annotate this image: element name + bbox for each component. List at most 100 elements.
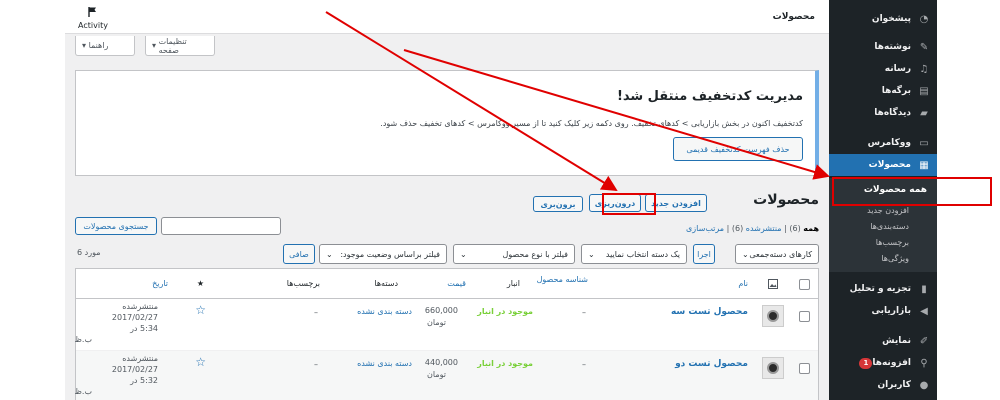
category-link[interactable]: دسته بندی نشده (357, 359, 412, 368)
table-header: نام شناسه محصول انبار قیمت دسته‌ها برچسب… (76, 269, 818, 299)
col-price[interactable]: قیمت (447, 279, 466, 288)
sidebar-item-appearance[interactable]: ✐ نمایش (829, 330, 937, 352)
product-sku: – (582, 360, 586, 369)
user-icon: ● (919, 379, 929, 391)
sidebar-item-label: کاربران (877, 380, 911, 390)
activity-button[interactable]: Activity (73, 6, 113, 30)
submenu-tags[interactable]: برچسب‌ها (829, 234, 937, 250)
view-published[interactable]: منتشرشده (746, 224, 782, 233)
product-name-link[interactable]: محصول تست دو (675, 359, 748, 369)
remove-legacy-coupon-button[interactable]: حذف فهرست کدتخفیف قدیمی (673, 137, 803, 161)
view-published-count: (6) (731, 224, 744, 233)
row-checkbox[interactable] (799, 311, 810, 322)
sidebar-item-media[interactable]: ♫ رسانه (829, 58, 937, 80)
activity-label: Activity (78, 21, 108, 30)
sidebar-item-posts[interactable]: ✎ نوشته‌ها (829, 36, 937, 58)
coupon-notice: مدیریت کدتخفیف منتقل شد! کدتخفیف اکنون د… (75, 70, 819, 176)
col-sku[interactable]: شناسه محصول (537, 275, 588, 284)
table-row[interactable]: محصول تست دو – موجود در انبار 440,000 تو… (74, 351, 818, 400)
search-products-button[interactable]: جستجوی محصولات (75, 217, 157, 235)
product-thumbnail[interactable] (762, 305, 784, 327)
archive-icon: ▦ (919, 159, 929, 171)
plugin-icon: ⚲ (920, 357, 928, 369)
row-checkbox[interactable] (799, 363, 810, 374)
stock-status-filter-value: فیلتر براساس وضعیت موجود: (340, 249, 440, 259)
sidebar-item-label: پیشخوان (871, 14, 911, 24)
product-tags: – (314, 308, 318, 317)
product-type-filter-value: فیلتر با نوع محصول (502, 249, 568, 259)
post-time: 5:34 در (130, 324, 158, 333)
product-price: 660,000 (424, 306, 458, 315)
sidebar-item-label: بازاریابی (871, 306, 911, 316)
price-unit: تومان (427, 370, 446, 379)
chevron-down-icon: ⌄ (588, 249, 595, 259)
sidebar-item-pages[interactable]: ▤ برگه‌ها (829, 80, 937, 102)
col-categories: دسته‌ها (374, 279, 398, 288)
product-thumbnail[interactable] (762, 357, 784, 379)
sidebar-item-products[interactable]: ▦ محصولات (829, 154, 937, 176)
featured-star-icon[interactable]: ☆ (195, 303, 206, 317)
bulk-actions-select[interactable]: کارهای دسته‌جمعی ⌄ (735, 244, 819, 264)
sidebar-item-label: برگه‌ها (881, 86, 911, 96)
sidebar-item-label: ووکامرس (867, 138, 911, 148)
select-all-checkbox[interactable] (799, 279, 810, 290)
sidebar-item-users[interactable]: ● کاربران (829, 374, 937, 396)
view-all-count: (6) (789, 224, 801, 233)
sidebar-item-analytics[interactable]: ▮ تجزیه و تحلیل (829, 278, 937, 300)
stock-status-filter-select[interactable]: فیلتر براساس وضعیت موجود: ⌄ (319, 244, 447, 264)
view-separator: | (784, 224, 787, 233)
screen-options-button[interactable]: ▾ تنظیمات صفحه (145, 36, 215, 56)
submenu-categories[interactable]: دسته‌بندی‌ها (829, 218, 937, 234)
help-button[interactable]: ▾ راهنما (75, 36, 135, 56)
col-stock: انبار (506, 279, 520, 288)
product-tags: – (314, 360, 318, 369)
sidebar-item-label: نمایش (882, 336, 911, 346)
featured-star-icon[interactable]: ☆ (195, 355, 206, 369)
pin-icon: ✎ (919, 41, 929, 53)
product-price: 440,000 (424, 358, 458, 367)
filter-button[interactable]: صافی (283, 244, 315, 264)
status-views: همه (6) | منتشرشده (6) | مرتب‌سازی (686, 224, 819, 233)
product-name-link[interactable]: محصول تست سه (671, 307, 748, 317)
table-row[interactable]: محصول تست سه – موجود در انبار 660,000 تو… (74, 299, 818, 351)
sidebar-item-comments[interactable]: ▰ دیدگاه‌ها (829, 102, 937, 124)
chevron-down-icon: ⌄ (460, 249, 467, 259)
price-unit: تومان (427, 318, 446, 327)
export-button[interactable]: برون‌بری (533, 196, 583, 212)
view-separator: | (726, 224, 730, 233)
submenu-attributes[interactable]: ویژگی‌ها (829, 250, 937, 266)
apply-bulk-button[interactable]: اجرا (693, 244, 715, 264)
col-featured: ★ (196, 279, 204, 288)
topbar-title: محصولات (772, 12, 815, 22)
post-ampm: ب.ظ (74, 387, 92, 396)
sidebar-item-marketing[interactable]: ◀ بازاریابی (829, 300, 937, 322)
view-all[interactable]: همه (803, 224, 819, 233)
col-name[interactable]: نام (738, 279, 748, 288)
sidebar-item-woocommerce[interactable]: ▭ ووکامرس (829, 132, 937, 154)
sidebar-item-label: دیدگاه‌ها (874, 108, 911, 118)
items-count: 6 مورد (77, 248, 101, 257)
view-sorting[interactable]: مرتب‌سازی (686, 224, 724, 233)
sidebar-item-label: محصولات (868, 160, 911, 170)
chevron-down-icon: ⌄ (742, 249, 749, 259)
col-date[interactable]: تاریخ (152, 279, 168, 288)
post-ampm: ب.ظ (74, 335, 92, 344)
stock-status: موجود در انبار (477, 359, 533, 368)
category-filter-select[interactable]: یک دسته انتخاب نمایید ⌄ (581, 244, 687, 264)
page-icon: ▤ (919, 85, 929, 97)
product-type-filter-select[interactable]: فیلتر با نوع محصول ⌄ (453, 244, 575, 264)
sidebar-item-dashboard[interactable]: ◔ پیشخوان (829, 8, 937, 30)
megaphone-icon: ◀ (920, 305, 928, 317)
page-title: محصولات (753, 192, 819, 208)
notice-text: کدتخفیف اکنون در بخش بازاریابی > کدهای ت… (380, 119, 803, 128)
product-search-input[interactable] (161, 217, 281, 235)
screen-options-label: تنظیمات صفحه (158, 36, 187, 55)
stock-status: موجود در انبار (477, 307, 533, 316)
sidebar-item-label: رسانه (884, 64, 911, 74)
category-link[interactable]: دسته بندی نشده (357, 307, 412, 316)
post-date: 2017/02/27 (111, 313, 158, 322)
sidebar-item-plugins[interactable]: ⚲ افزونه‌ها 1 (829, 352, 937, 374)
category-filter-value: یک دسته انتخاب نمایید (605, 249, 680, 259)
chevron-down-icon: ⌄ (326, 249, 333, 259)
image-icon (768, 279, 778, 289)
